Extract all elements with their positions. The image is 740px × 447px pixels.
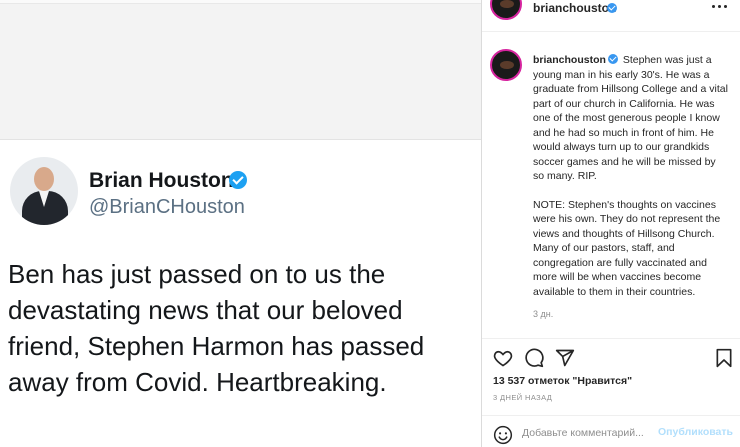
- publish-button[interactable]: Опубликовать: [658, 426, 733, 438]
- share-icon[interactable]: [555, 348, 575, 368]
- post-image: Brian Houston @BrianCHouston Ben has jus…: [0, 0, 481, 447]
- comment-bar: Опубликовать: [482, 415, 740, 447]
- emoji-icon[interactable]: [493, 425, 513, 445]
- header-avatar[interactable]: [490, 0, 522, 20]
- tweet-avatar: [10, 157, 78, 225]
- more-options-icon[interactable]: [712, 2, 728, 12]
- caption-avatar[interactable]: [490, 49, 522, 81]
- header-username[interactable]: brianchouston: [533, 1, 616, 15]
- action-bar: [482, 338, 740, 374]
- post-caption: brianchouston Stephen was just a young m…: [533, 53, 729, 299]
- post-date[interactable]: 3 ДНЕЙ НАЗАД: [493, 393, 552, 402]
- bookmark-icon[interactable]: [714, 348, 734, 368]
- comment-icon[interactable]: [524, 348, 544, 368]
- tweet-card: Brian Houston @BrianCHouston Ben has jus…: [0, 141, 481, 447]
- tweet-author-name: Brian Houston: [89, 169, 234, 192]
- caption-note: NOTE: Stephen's thoughts on vaccines wer…: [533, 198, 721, 298]
- tweet-author-handle: @BrianCHouston: [89, 196, 245, 218]
- post-sidebar: brianchouston brianchouston Stephen was …: [481, 0, 740, 447]
- likes-count[interactable]: 13 537 отметок "Нравится": [493, 375, 632, 387]
- caption-username[interactable]: brianchouston: [533, 54, 606, 66]
- comment-input[interactable]: [522, 425, 660, 441]
- image-top-edge: [0, 0, 481, 4]
- heart-icon[interactable]: [493, 348, 513, 368]
- verified-badge-icon: [607, 3, 617, 13]
- tweet-verified-icon: [229, 171, 247, 189]
- caption-area: brianchouston Stephen was just a young m…: [482, 33, 740, 333]
- post-header: brianchouston: [482, 0, 740, 32]
- caption-text: Stephen was just a young man in his earl…: [533, 54, 728, 182]
- caption-timestamp: 3 дн.: [533, 309, 554, 319]
- tweet-text: Ben has just passed on to us the devasta…: [8, 259, 425, 397]
- image-blank-area: [0, 0, 481, 140]
- caption-verified-icon: [607, 54, 618, 64]
